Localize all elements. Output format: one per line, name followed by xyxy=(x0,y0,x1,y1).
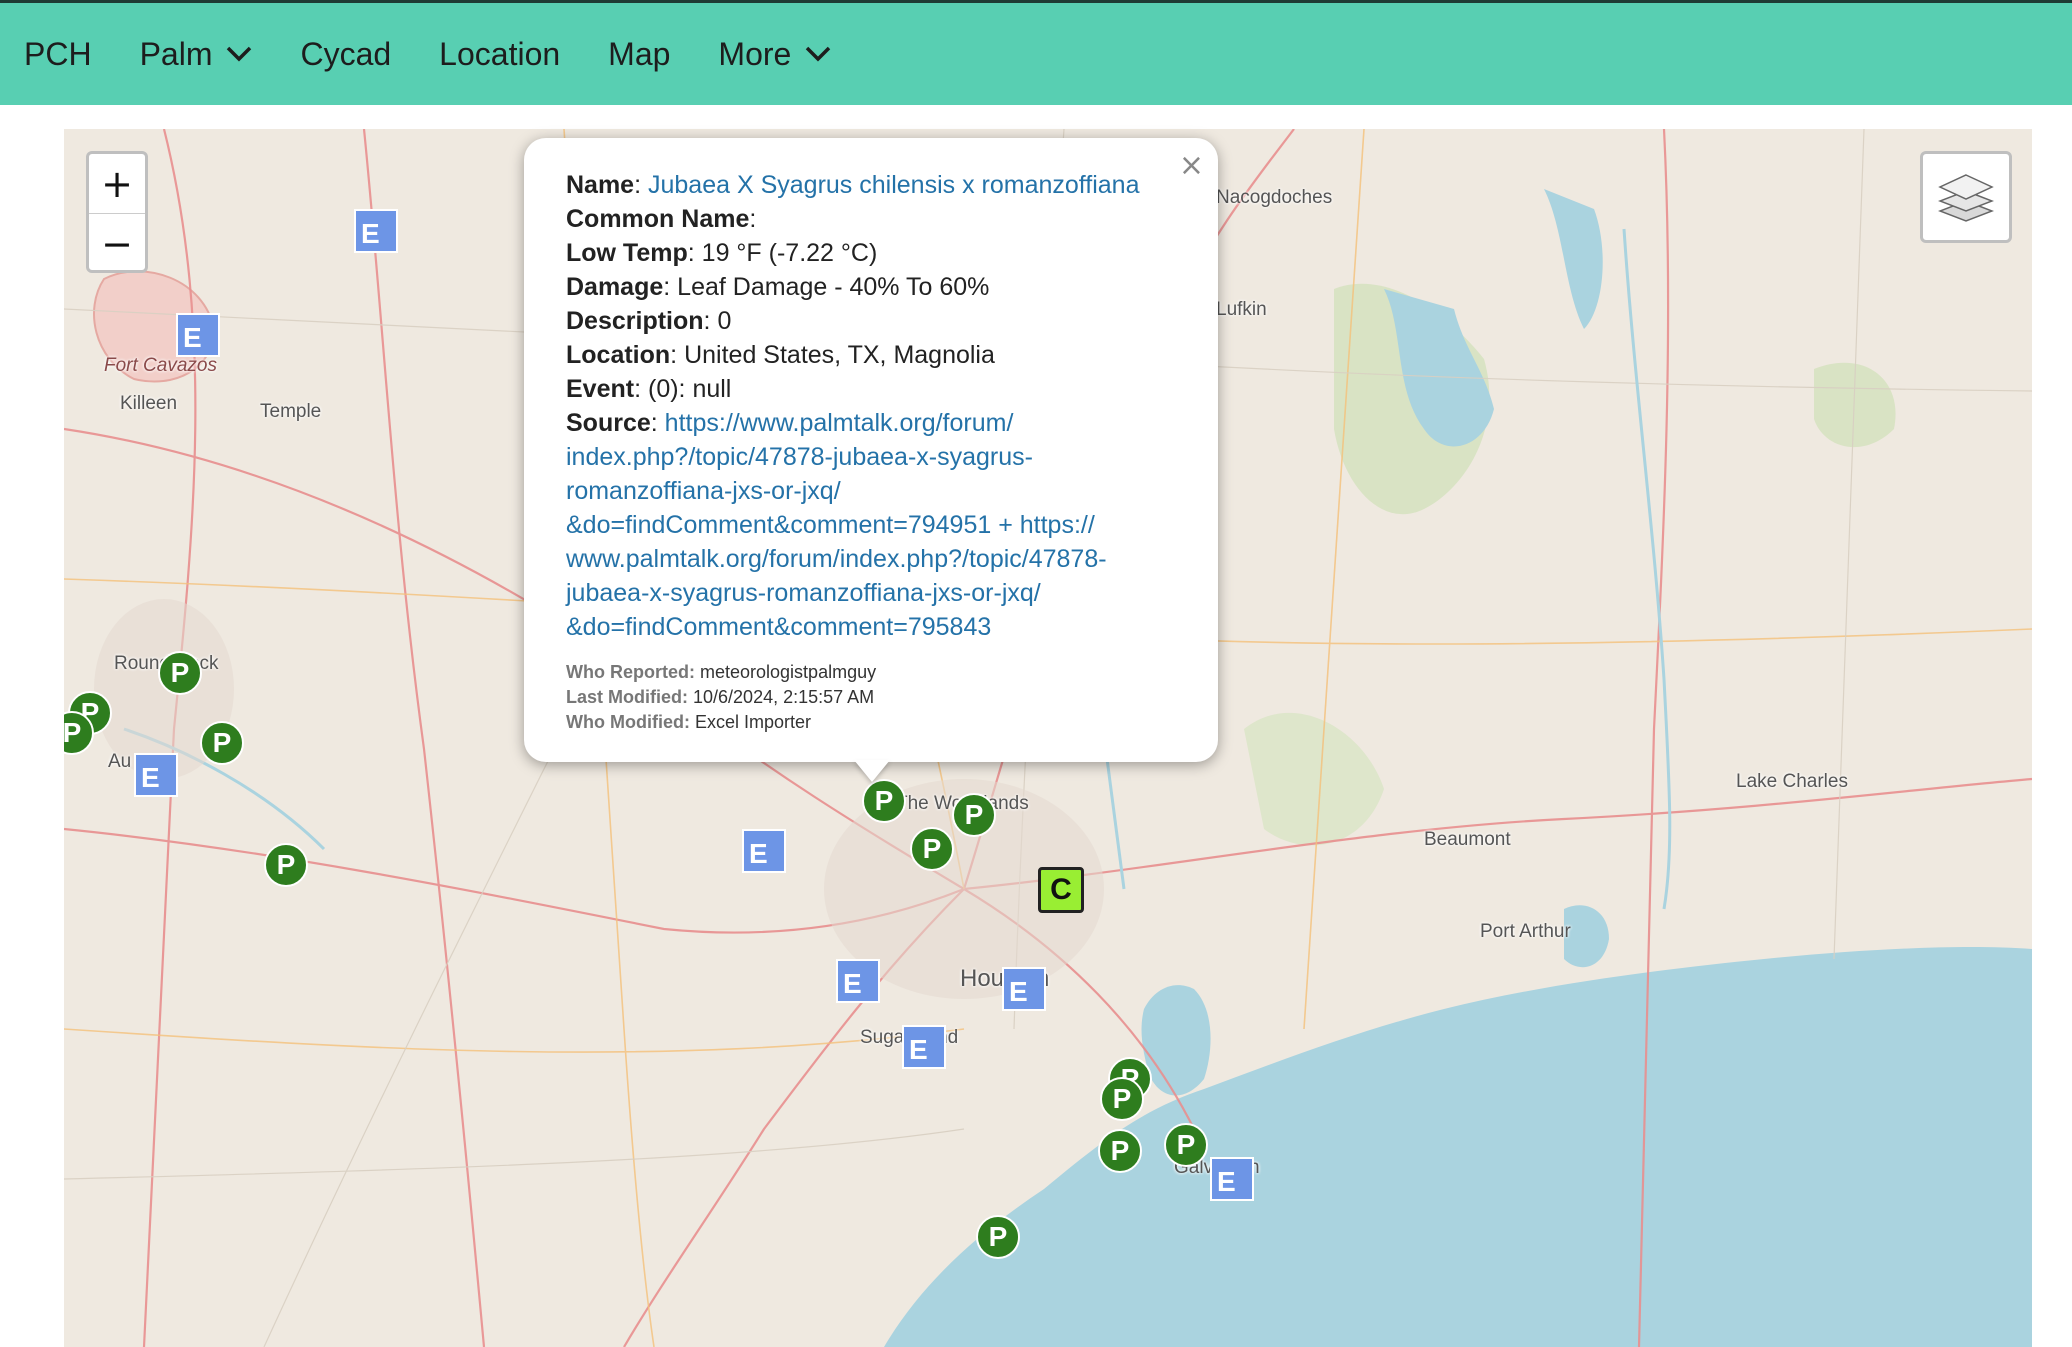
popup-common-name-label: Common Name xyxy=(566,205,750,233)
popup-event-row: Event: (0): null xyxy=(566,375,732,403)
chevron-down-icon xyxy=(227,46,252,62)
layers-icon xyxy=(1938,174,1994,222)
zoom-in-button[interactable]: + xyxy=(89,154,145,214)
popup-event-label: Event xyxy=(566,375,635,403)
popup-last-modified-label: Last Modified: xyxy=(566,687,688,707)
place-label-lake-charles: Lake Charles xyxy=(1736,771,1848,792)
popup-location-label: Location xyxy=(566,341,671,369)
popup-source-label: Source xyxy=(566,409,651,437)
place-label-austin: Au xyxy=(108,751,132,772)
palm-marker[interactable]: P xyxy=(1098,1129,1142,1173)
marker-popup: × Name: Jubaea X Syagrus chilensis x rom… xyxy=(524,138,1218,762)
place-label-temple: Temple xyxy=(260,401,322,422)
popup-who-modified-label: Who Modified: xyxy=(566,712,690,732)
event-marker[interactable]: E xyxy=(742,829,786,873)
popup-source-link[interactable]: www.palmtalk.org/forum/index.php?/topic/… xyxy=(566,542,1178,576)
event-marker[interactable]: E xyxy=(836,959,880,1003)
place-label-fort-cavazos: Fort Cavazos xyxy=(104,355,217,376)
palm-marker[interactable]: P xyxy=(264,843,308,887)
palm-marker[interactable]: P xyxy=(1164,1123,1208,1167)
place-label-killeen: Killeen xyxy=(120,393,178,414)
event-marker[interactable]: E xyxy=(902,1025,946,1069)
palm-marker[interactable]: P xyxy=(976,1215,1020,1259)
popup-damage-row: Damage: Leaf Damage - 40% To 60% xyxy=(566,273,990,301)
popup-source-link[interactable]: https://www.palmtalk.org/forum/ xyxy=(665,409,1014,437)
place-label-port-arthur: Port Arthur xyxy=(1480,921,1571,942)
popup-who-reported-value: meteorologistpalmguy xyxy=(700,662,877,682)
popup-description-value: 0 xyxy=(717,307,732,335)
nav-item-more[interactable]: More xyxy=(718,36,831,73)
nav-item-label: Palm xyxy=(139,35,213,72)
palm-marker[interactable]: P xyxy=(158,651,202,695)
palm-marker[interactable]: P xyxy=(910,827,954,871)
popup-low-temp-label: Low Temp xyxy=(566,239,688,267)
popup-who-reported-label: Who Reported: xyxy=(566,662,695,682)
event-marker[interactable]: E xyxy=(134,753,178,797)
popup-source-row: Source: https://www.palmtalk.org/forum/ … xyxy=(566,406,1178,644)
popup-source-link[interactable]: index.php?/topic/47878-jubaea-x-syagrus- xyxy=(566,440,1178,474)
popup-who-modified-row: Who Modified: Excel Importer xyxy=(566,710,1178,735)
popup-who-reported-row: Who Reported: meteorologistpalmguy xyxy=(566,660,1178,685)
event-marker[interactable]: E xyxy=(354,209,398,253)
popup-source-link[interactable]: &do=findComment&comment=795843 xyxy=(566,610,1178,644)
layers-button[interactable] xyxy=(1920,151,2012,243)
popup-event-value: (0): null xyxy=(648,375,732,403)
popup-tip xyxy=(854,760,890,782)
place-label-beaumont: Beaumont xyxy=(1424,829,1511,850)
event-marker[interactable]: E xyxy=(176,313,220,357)
nav-item-map[interactable]: Map xyxy=(608,36,670,73)
popup-last-modified-value: 10/6/2024, 2:15:57 AM xyxy=(693,687,875,707)
palm-marker[interactable]: P xyxy=(1100,1077,1144,1121)
palm-marker[interactable]: P xyxy=(952,793,996,837)
popup-low-temp-value: 19 °F (-7.22 °C) xyxy=(701,239,878,267)
zoom-control: + − xyxy=(86,151,148,273)
cycad-marker[interactable]: C xyxy=(1038,867,1084,913)
popup-description-row: Description: 0 xyxy=(566,307,732,335)
popup-source-link[interactable]: romanzoffiana-jxs-or-jxq/ xyxy=(566,474,1178,508)
popup-common-name-row: Common Name: xyxy=(566,205,757,233)
nav-item-cycad[interactable]: Cycad xyxy=(300,36,391,73)
popup-location-row: Location: United States, TX, Magnolia xyxy=(566,341,995,369)
close-icon[interactable]: × xyxy=(1179,148,1204,183)
popup-who-modified-value: Excel Importer xyxy=(694,712,812,732)
nav-item-palm[interactable]: Palm xyxy=(140,36,253,73)
chevron-down-icon xyxy=(806,46,831,62)
popup-name-link[interactable]: Jubaea X Syagrus chilensis x romanzoffia… xyxy=(648,171,1139,199)
popup-location-value: United States, TX, Magnolia xyxy=(684,341,995,369)
palm-marker[interactable]: P xyxy=(200,721,244,765)
popup-low-temp-row: Low Temp: 19 °F (-7.22 °C) xyxy=(566,239,878,267)
popup-description-label: Description xyxy=(566,307,704,335)
nav-brand[interactable]: PCH xyxy=(24,36,92,73)
popup-meta: Who Reported: meteorologistpalmguy Last … xyxy=(566,660,1178,735)
popup-last-modified-row: Last Modified: 10/6/2024, 2:15:57 AM xyxy=(566,685,1178,710)
palm-marker-selected[interactable]: P xyxy=(862,779,906,823)
zoom-out-button[interactable]: − xyxy=(89,214,145,270)
nav-item-location[interactable]: Location xyxy=(439,36,560,73)
navbar: PCH Palm Cycad Location Map More xyxy=(0,3,2072,105)
popup-source-link[interactable]: jubaea-x-syagrus-romanzoffiana-jxs-or-jx… xyxy=(566,576,1178,610)
place-label-lufkin: Lufkin xyxy=(1216,299,1267,320)
event-marker[interactable]: E xyxy=(1210,1157,1254,1201)
nav-item-label: More xyxy=(718,35,792,72)
popup-source-link[interactable]: &do=findComment&comment=794951 + https:/… xyxy=(566,508,1178,542)
event-marker[interactable]: E xyxy=(1002,967,1046,1011)
popup-damage-label: Damage xyxy=(566,273,664,301)
popup-name-label: Name xyxy=(566,171,635,199)
popup-name-row: Name: Jubaea X Syagrus chilensis x roman… xyxy=(566,171,1140,199)
place-label-nacogdoches: Nacogdoches xyxy=(1216,187,1333,208)
popup-damage-value: Leaf Damage - 40% To 60% xyxy=(677,273,990,301)
